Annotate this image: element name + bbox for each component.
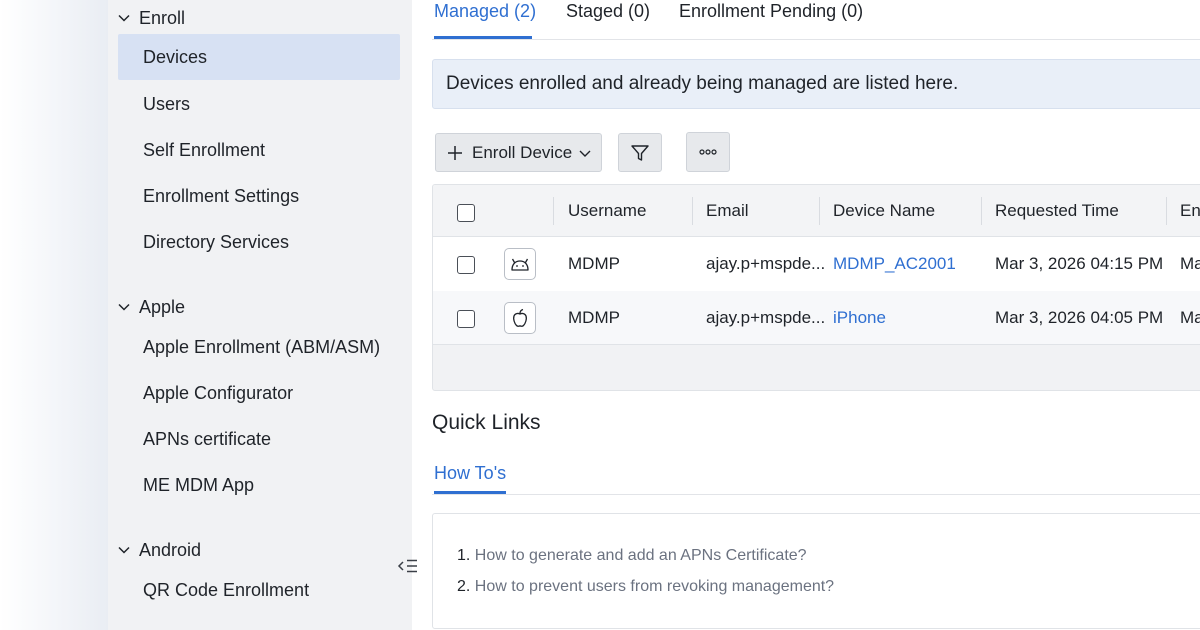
sidebar-item-apns-certificate[interactable]: APNs certificate bbox=[118, 416, 400, 462]
group-label: Enroll bbox=[139, 7, 186, 28]
sidebar-item-me-mdm-app[interactable]: ME MDM App bbox=[118, 462, 400, 508]
select-all-checkbox[interactable] bbox=[457, 204, 475, 222]
sidebar-item-directory-services[interactable]: Directory Services bbox=[118, 219, 400, 265]
column-header-device-name[interactable]: Device Name bbox=[833, 185, 935, 236]
plus-icon bbox=[448, 145, 462, 160]
filter-icon bbox=[631, 144, 649, 161]
sidebar-item-label: Self Enrollment bbox=[143, 139, 266, 160]
cell-requested-time: Mar 3, 2026 04:15 PM bbox=[995, 254, 1164, 273]
sidebar-item-label: Apple Configurator bbox=[143, 382, 294, 403]
how-to-text: How to prevent users from revoking manag… bbox=[474, 578, 835, 595]
column-separator bbox=[692, 197, 693, 225]
left-gutter bbox=[0, 0, 108, 630]
sidebar-item-self-enrollment[interactable]: Self Enrollment bbox=[118, 127, 400, 173]
sidebar-item-label: ME MDM App bbox=[143, 474, 255, 495]
more-options-button[interactable] bbox=[686, 132, 730, 172]
android-icon bbox=[504, 248, 536, 280]
tab-enrollment-pending[interactable]: Enrollment Pending (0) bbox=[679, 0, 863, 40]
sidebar: Enroll Devices Users Self Enrollment Enr… bbox=[108, 0, 412, 630]
quick-links-tabs: How To's bbox=[432, 460, 1200, 495]
sidebar-item-label: Users bbox=[143, 93, 191, 114]
row-checkbox[interactable] bbox=[457, 310, 475, 328]
column-separator bbox=[819, 197, 820, 225]
enroll-device-label: Enroll Device bbox=[472, 142, 573, 162]
group-header-android[interactable]: Android bbox=[118, 538, 201, 562]
sidebar-item-devices[interactable]: Devices bbox=[118, 34, 400, 80]
table-row[interactable]: MDMP ajay.p+mspde... MDMP_AC2001 Mar 3, … bbox=[433, 237, 1200, 291]
table-row[interactable]: MDMP ajay.p+mspde... iPhone Mar 3, 2026 … bbox=[433, 291, 1200, 345]
column-separator bbox=[1166, 197, 1167, 225]
tab-staged[interactable]: Staged (0) bbox=[566, 0, 650, 40]
active-tab-indicator bbox=[434, 491, 506, 494]
sidebar-item-label: Devices bbox=[143, 46, 208, 67]
chevron-down-icon bbox=[579, 150, 591, 157]
column-header-enrolled-time[interactable]: En bbox=[1180, 185, 1200, 236]
collapse-sidebar-icon bbox=[397, 559, 417, 573]
cell-enrolled-time: Ma bbox=[1180, 254, 1200, 273]
sidebar-item-enrollment-settings[interactable]: Enrollment Settings bbox=[118, 173, 400, 219]
device-name-link[interactable]: iPhone bbox=[833, 291, 886, 344]
sidebar-item-qr-code-enrollment[interactable]: QR Code Enrollment bbox=[118, 567, 400, 613]
column-separator bbox=[553, 197, 554, 225]
group-label: Apple bbox=[139, 296, 186, 317]
chevron-down-icon bbox=[118, 14, 130, 22]
info-banner-text: Devices enrolled and already being manag… bbox=[446, 73, 959, 94]
group-header-apple[interactable]: Apple bbox=[118, 295, 185, 319]
enroll-device-button[interactable]: Enroll Device bbox=[435, 133, 602, 172]
how-to-link[interactable]: 1. How to generate and add an APNs Certi… bbox=[457, 547, 807, 565]
column-separator bbox=[981, 197, 982, 225]
column-header-requested-time[interactable]: Requested Time bbox=[995, 185, 1119, 236]
apple-icon bbox=[504, 302, 536, 334]
group-header-enroll[interactable]: Enroll bbox=[118, 6, 185, 30]
table-header: Username Email Device Name Requested Tim… bbox=[433, 185, 1200, 237]
tab-how-tos[interactable]: How To's bbox=[434, 463, 506, 484]
chevron-down-icon bbox=[118, 303, 130, 311]
cell-email: ajay.p+mspde... bbox=[706, 254, 826, 273]
column-header-email[interactable]: Email bbox=[706, 185, 749, 236]
more-icon bbox=[699, 149, 717, 155]
sidebar-item-apple-configurator[interactable]: Apple Configurator bbox=[118, 370, 400, 416]
sidebar-item-apple-enrollment[interactable]: Apple Enrollment (ABM/ASM) bbox=[118, 324, 400, 370]
cell-username: MDMP bbox=[568, 307, 620, 327]
list-number: 2. bbox=[457, 578, 471, 595]
how-to-list: 1. How to generate and add an APNs Certi… bbox=[432, 513, 1200, 629]
info-banner: Devices enrolled and already being manag… bbox=[432, 59, 1200, 109]
column-header-username[interactable]: Username bbox=[568, 185, 646, 236]
device-tabs: Managed (2) Staged (0) Enrollment Pendin… bbox=[432, 0, 1200, 40]
how-to-link[interactable]: 2. How to prevent users from revoking ma… bbox=[457, 578, 834, 596]
active-tab-indicator bbox=[434, 36, 532, 39]
group-label: Android bbox=[139, 539, 202, 560]
quick-links-title: Quick Links bbox=[432, 411, 541, 434]
sidebar-item-users[interactable]: Users bbox=[118, 81, 400, 127]
device-name-link[interactable]: MDMP_AC2001 bbox=[833, 237, 956, 291]
row-checkbox[interactable] bbox=[457, 256, 475, 274]
cell-requested-time: Mar 3, 2026 04:05 PM bbox=[995, 307, 1164, 327]
tab-managed[interactable]: Managed (2) bbox=[434, 0, 536, 40]
cell-username: MDMP bbox=[568, 254, 620, 273]
filter-button[interactable] bbox=[618, 133, 662, 172]
chevron-down-icon bbox=[118, 546, 130, 554]
cell-email: ajay.p+mspde... bbox=[706, 307, 826, 327]
collapse-sidebar-button[interactable] bbox=[396, 554, 420, 578]
sidebar-item-label: QR Code Enrollment bbox=[143, 579, 310, 600]
cell-enrolled-time: Ma bbox=[1180, 307, 1200, 327]
devices-table: Username Email Device Name Requested Tim… bbox=[432, 184, 1200, 391]
how-to-text: How to generate and add an APNs Certific… bbox=[474, 547, 807, 564]
sidebar-item-label: Apple Enrollment (ABM/ASM) bbox=[143, 336, 381, 357]
main-content: Managed (2) Staged (0) Enrollment Pendin… bbox=[432, 0, 1200, 630]
sidebar-item-label: Directory Services bbox=[143, 231, 290, 252]
list-number: 1. bbox=[457, 547, 471, 564]
sidebar-item-label: APNs certificate bbox=[143, 428, 272, 449]
sidebar-item-label: Enrollment Settings bbox=[143, 185, 300, 206]
